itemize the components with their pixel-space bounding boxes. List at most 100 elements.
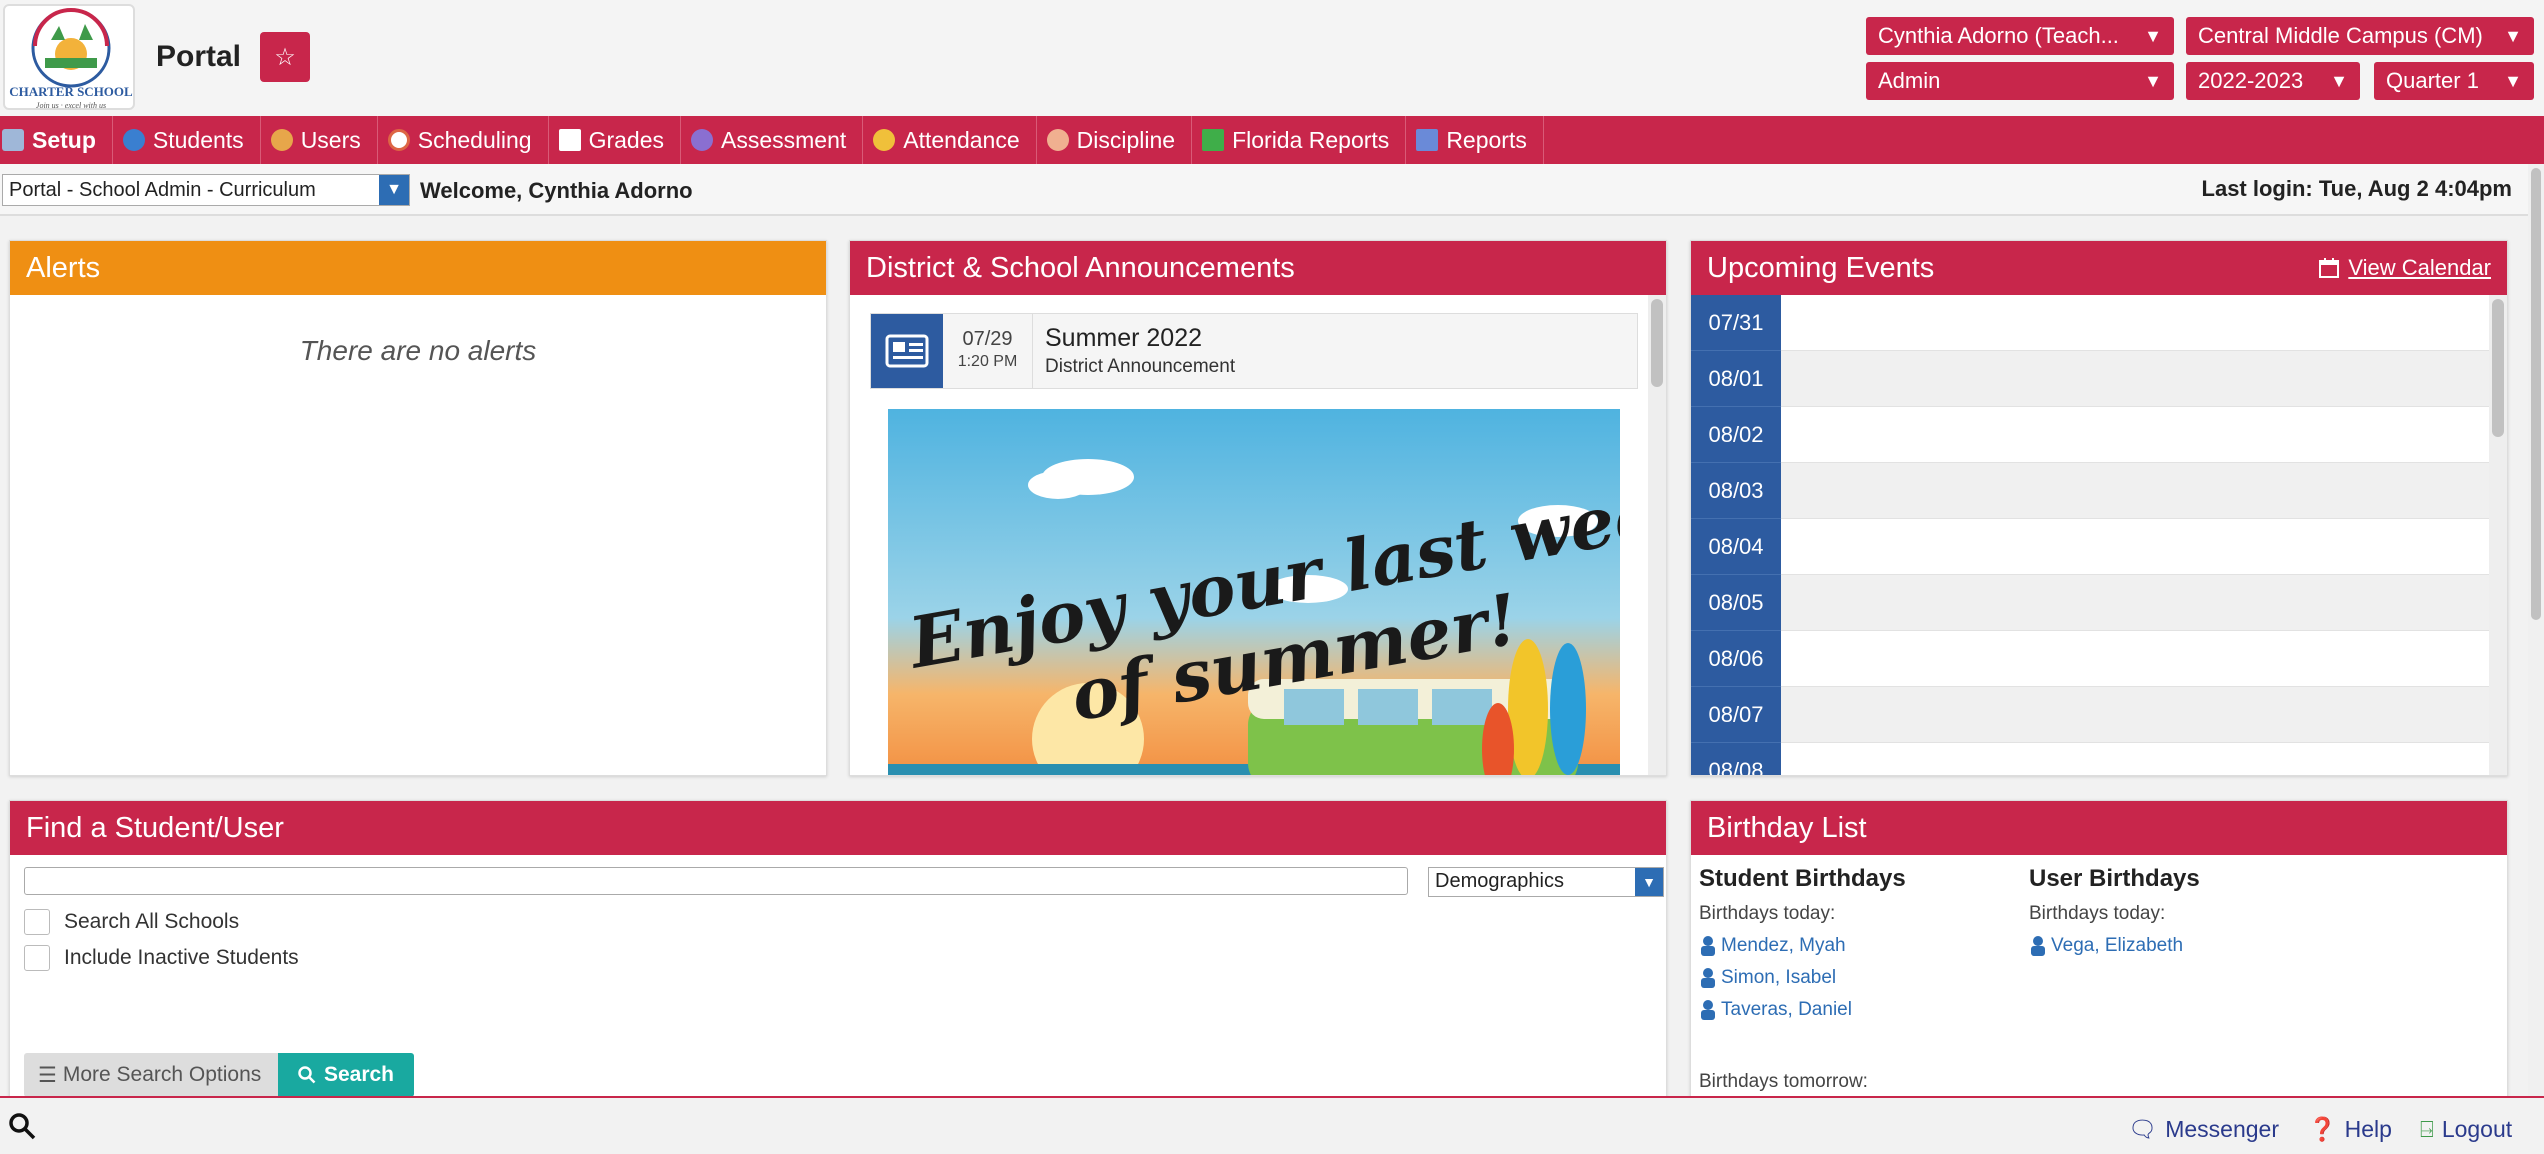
birthday-person-link[interactable]: Vega, Elizabeth xyxy=(2029,935,2200,957)
campus-select[interactable]: Central Middle Campus (CM) ▼ xyxy=(2186,17,2534,55)
birthday-person-name: Taveras, Daniel xyxy=(1721,999,1852,1020)
nav-reports[interactable]: Reports xyxy=(1406,116,1544,164)
year-select-value: 2022-2023 xyxy=(2198,68,2304,93)
term-select[interactable]: Quarter 1 ▼ xyxy=(2374,62,2534,100)
messenger-label: Messenger xyxy=(2165,1116,2279,1142)
birthday-person-name: Vega, Elizabeth xyxy=(2051,935,2184,956)
search-category-value: Demographics xyxy=(1435,870,1564,892)
user-birthdays: User Birthdays Birthdays today: Vega, El… xyxy=(2029,865,2200,957)
nav-students[interactable]: Students xyxy=(113,116,261,164)
nav-discipline[interactable]: Discipline xyxy=(1037,116,1193,164)
person-icon xyxy=(1699,999,1717,1021)
more-search-options-label: More Search Options xyxy=(62,1063,262,1086)
nav-scheduling[interactable]: Scheduling xyxy=(378,116,549,164)
event-date: 08/03 xyxy=(1691,463,1781,519)
year-select[interactable]: 2022-2023 ▼ xyxy=(2186,62,2360,100)
user-select[interactable]: Cynthia Adorno (Teach... ▼ xyxy=(1866,17,2174,55)
bell-icon xyxy=(873,129,896,151)
nav-users[interactable]: Users xyxy=(261,116,378,164)
scrollbar-thumb[interactable] xyxy=(2492,299,2504,437)
birthday-person-link[interactable]: Simon, Isabel xyxy=(1699,967,1906,989)
chart-icon xyxy=(1416,129,1439,151)
birthday-person-link[interactable]: Taveras, Daniel xyxy=(1699,999,1906,1021)
school-logo[interactable]: CHARTER SCHOOL Join us · excel with us xyxy=(3,4,135,110)
event-row[interactable]: 08/03 xyxy=(1691,463,2489,519)
find-student-title: Find a Student/User xyxy=(10,801,1666,855)
event-date: 08/02 xyxy=(1691,407,1781,463)
birthdays-today-label: Birthdays today: xyxy=(1699,903,1836,924)
role-select-value: Admin xyxy=(1878,68,1941,93)
svg-text:Join us · excel with us: Join us · excel with us xyxy=(36,101,106,110)
nav-label: Setup xyxy=(32,126,96,153)
event-row[interactable]: 08/05 xyxy=(1691,575,2489,631)
nav-label: Scheduling xyxy=(417,126,532,153)
nav-grades[interactable]: Grades xyxy=(549,116,681,164)
discipline-icon xyxy=(1046,129,1069,151)
announcement-item[interactable]: 07/29 1:20 PM Summer 2022 District Annou… xyxy=(870,313,1638,389)
nav-attendance[interactable]: Attendance xyxy=(863,116,1037,164)
more-search-options-button[interactable]: ☰ More Search Options xyxy=(24,1053,278,1097)
footer-bar: 🗨 Messenger ❓ Help ⍈ Logout xyxy=(0,1096,2544,1154)
search-all-schools-option[interactable]: Search All Schools xyxy=(24,909,239,935)
events-title: Upcoming Events xyxy=(1707,251,1935,284)
scrollbar-thumb[interactable] xyxy=(2531,168,2541,620)
summer-banner-image: Enjoy your last weeks of summer! xyxy=(888,409,1620,775)
birthday-panel: Birthday List Student Birthdays Birthday… xyxy=(1690,800,2508,1100)
nav-florida-reports[interactable]: Florida Reports xyxy=(1192,116,1407,164)
favorite-star-button[interactable]: ☆ xyxy=(260,32,310,82)
view-calendar-link[interactable]: View Calendar xyxy=(2318,255,2491,281)
announcements-panel: District & School Announcements 07/29 1:… xyxy=(849,240,1667,776)
logout-label: Logout xyxy=(2441,1116,2513,1142)
page-scrollbar[interactable] xyxy=(2528,164,2544,1096)
chevron-down-icon: ▼ xyxy=(2144,70,2162,91)
find-student-panel: Find a Student/User Demographics ▼ Searc… xyxy=(9,800,1667,1100)
event-date: 07/31 xyxy=(1691,295,1781,351)
announcement-date-time: 1:20 PM xyxy=(957,353,1018,370)
wrench-icon xyxy=(2,129,24,151)
nav-assessment[interactable]: Assessment xyxy=(681,116,864,164)
logout-link[interactable]: ⍈ Logout xyxy=(2420,1116,2512,1143)
role-select[interactable]: Admin ▼ xyxy=(1866,62,2174,100)
chevron-down-icon: ▼ xyxy=(379,175,409,205)
search-all-schools-checkbox[interactable] xyxy=(24,909,50,935)
view-calendar-label: View Calendar xyxy=(2348,255,2491,280)
alerts-empty-message: There are no alerts xyxy=(299,335,537,366)
student-birthdays: Student Birthdays Birthdays today: Mende… xyxy=(1699,865,1906,1093)
chevron-down-icon: ▼ xyxy=(2504,70,2522,91)
birthday-title: Birthday List xyxy=(1691,801,2507,855)
alerts-title: Alerts xyxy=(10,241,826,295)
student-search-input[interactable] xyxy=(24,867,1408,895)
event-row[interactable]: 08/07 xyxy=(1691,687,2489,743)
nav-setup[interactable]: Setup xyxy=(0,116,113,164)
include-inactive-checkbox[interactable] xyxy=(24,945,50,971)
help-link[interactable]: ❓ Help xyxy=(2308,1116,2392,1143)
announcements-scrollbar[interactable] xyxy=(1648,295,1666,775)
events-scrollbar[interactable] xyxy=(2489,295,2507,775)
footer-search-icon[interactable] xyxy=(8,1112,36,1146)
portal-select[interactable]: Portal - School Admin - Curriculum ▼ xyxy=(2,174,410,206)
student-icon xyxy=(122,129,145,151)
announcement-date-day: 07/29 xyxy=(962,328,1013,350)
event-row[interactable]: 08/04 xyxy=(1691,519,2489,575)
event-row[interactable]: 08/01 xyxy=(1691,351,2489,407)
messenger-icon: 🗨 xyxy=(2128,1116,2158,1142)
include-inactive-label: Include Inactive Students xyxy=(64,946,299,969)
event-row[interactable]: 07/31 xyxy=(1691,295,2489,351)
user-select-value: Cynthia Adorno (Teach... xyxy=(1878,23,2119,48)
alerts-panel: Alerts There are no alerts xyxy=(9,240,827,776)
list-icon: ☰ xyxy=(38,1063,57,1087)
search-category-select[interactable]: Demographics ▼ xyxy=(1428,867,1664,897)
include-inactive-option[interactable]: Include Inactive Students xyxy=(24,945,299,971)
event-row[interactable]: 08/06 xyxy=(1691,631,2489,687)
birthday-person-link[interactable]: Mendez, Myah xyxy=(1699,935,1906,957)
messenger-link[interactable]: 🗨 Messenger xyxy=(2128,1116,2279,1143)
main-nav: Setup Students Users Scheduling Grades A… xyxy=(0,116,2544,164)
scrollbar-thumb[interactable] xyxy=(1651,299,1663,387)
help-label: Help xyxy=(2344,1116,2392,1142)
search-button[interactable]: Search xyxy=(278,1053,414,1097)
event-row[interactable]: 08/08 xyxy=(1691,743,2489,775)
assessment-icon xyxy=(691,129,713,151)
event-row[interactable]: 08/02 xyxy=(1691,407,2489,463)
birthdays-today-label: Birthdays today: xyxy=(2029,903,2166,924)
portal-select-value: Portal - School Admin - Curriculum xyxy=(9,178,316,201)
